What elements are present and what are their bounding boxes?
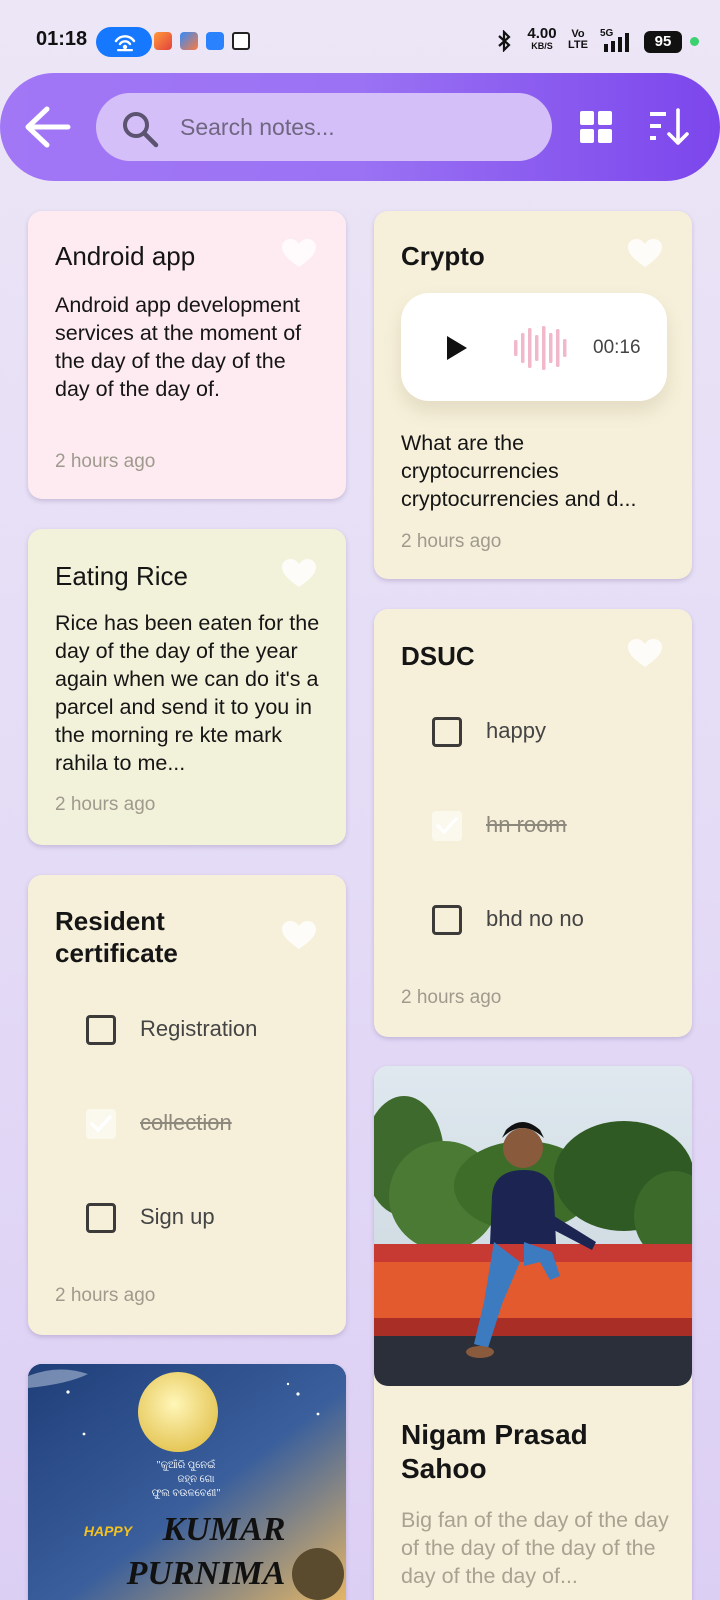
checklist-label: collection	[140, 1110, 232, 1135]
note-photo	[374, 1066, 692, 1386]
search-icon	[123, 112, 159, 148]
heart-icon[interactable]	[282, 921, 316, 951]
checkbox-checked[interactable]	[432, 811, 462, 841]
note-card[interactable]: Eating Rice Rice has been eaten for the …	[28, 529, 346, 845]
hotspot-icon	[114, 35, 136, 52]
poster-image: "କୁଆଁରି ପୁନେଇଁ ଜହ୍ନ ଗୋ ଫୁଲ ବଉଳବେଣୀ" HAPP…	[28, 1364, 346, 1600]
note-card[interactable]: Android app Android app development serv…	[28, 211, 346, 499]
note-timestamp: 2 hours ago	[55, 451, 156, 472]
bluetooth-icon	[498, 30, 511, 52]
note-title: Resident certificate	[55, 906, 178, 968]
audio-player[interactable]: 00:16	[401, 293, 667, 401]
checklist-label: hn room	[486, 812, 567, 837]
volte-bottom: LTE	[568, 39, 588, 51]
battery-level: 95	[644, 31, 682, 53]
note-title: Crypto	[401, 241, 485, 271]
note-timestamp: 2 hours ago	[55, 794, 156, 815]
checklist-label: happy	[486, 718, 546, 743]
checklist-item[interactable]: hn room	[432, 807, 672, 847]
note-body: Big fan of the day of the day of the day…	[401, 1508, 669, 1588]
checklist-label: Sign up	[140, 1204, 215, 1229]
heart-icon[interactable]	[282, 239, 316, 269]
checkbox[interactable]	[86, 1015, 116, 1045]
image-note-card[interactable]: Nigam Prasad Sahoo Big fan of the day of…	[374, 1066, 692, 1600]
status-bar: 01:18 4.00 KB/S Vo LTE 5G 95	[0, 0, 720, 70]
poster-purnima: PURNIMA	[126, 1555, 286, 1592]
checklist-item[interactable]: happy	[432, 713, 672, 753]
sort-icon	[650, 108, 689, 145]
note-title: Eating Rice	[55, 561, 188, 591]
top-toolbar	[0, 73, 720, 181]
app-notification-icon	[180, 32, 198, 50]
note-card[interactable]: Resident certificate Registration collec…	[28, 875, 346, 1335]
status-time: 01:18	[36, 28, 88, 50]
grid-view-icon	[580, 111, 612, 143]
search-bar[interactable]	[96, 93, 552, 161]
note-timestamp: 2 hours ago	[401, 531, 502, 552]
checkbox[interactable]	[432, 905, 462, 935]
poster-happy: HAPPY	[84, 1523, 134, 1539]
poster-quote-2: ଜହ୍ନ ଗୋ	[177, 1474, 214, 1486]
checkbox-checked[interactable]	[86, 1109, 116, 1139]
checklist-item[interactable]: Registration	[86, 1011, 326, 1051]
note-card[interactable]: Crypto 00:16 What are the cryptocurrenci…	[374, 211, 692, 579]
note-timestamp: 2 hours ago	[55, 1285, 156, 1306]
note-card[interactable]: DSUC happy hn room bhd no no 2 hours ago	[374, 609, 692, 1037]
image-note-card[interactable]: "କୁଆଁରି ପୁନେଇଁ ଜହ୍ନ ଗୋ ଫୁଲ ବଉଳବେଣୀ" HAPP…	[28, 1364, 346, 1600]
back-button[interactable]	[20, 100, 76, 154]
checkmark-icon	[436, 817, 458, 835]
volte-indicator: Vo LTE	[566, 29, 590, 51]
heart-icon[interactable]	[628, 239, 662, 269]
checkmark-icon	[90, 1115, 112, 1133]
gallery-notification-icon	[154, 32, 172, 50]
signal-icon	[604, 33, 629, 52]
sort-button[interactable]	[648, 107, 690, 147]
net-speed: 4.00 KB/S	[524, 26, 560, 51]
checklist-label: bhd no no	[486, 906, 584, 931]
person-photo-image	[374, 1066, 692, 1386]
checklist-label: Registration	[140, 1016, 258, 1041]
privacy-indicator-dot	[690, 37, 699, 46]
heart-icon[interactable]	[282, 559, 316, 589]
note-body: Android app development services at the …	[55, 293, 302, 401]
note-body: What are the cryptocurrencies cryptocurr…	[401, 431, 637, 511]
poster-quote-1: "କୁଆଁରି ପୁନେଇଁ	[157, 1458, 216, 1471]
checkbox[interactable]	[86, 1203, 116, 1233]
play-icon[interactable]	[445, 335, 469, 361]
note-title: Nigam Prasad Sahoo	[401, 1419, 588, 1484]
search-input[interactable]	[180, 93, 530, 161]
android-notification-icon	[206, 32, 224, 50]
checkbox[interactable]	[432, 717, 462, 747]
arrow-left-icon	[25, 106, 71, 148]
poster-kumar: KUMAR	[162, 1511, 286, 1548]
audio-duration: 00:16	[593, 337, 641, 358]
hotspot-indicator	[96, 27, 152, 57]
note-body: Rice has been eaten for the day of the d…	[55, 611, 320, 775]
note-title: DSUC	[401, 641, 475, 671]
grid-view-button[interactable]	[578, 109, 614, 145]
checklist-item[interactable]: Sign up	[86, 1199, 326, 1239]
waveform-icon	[514, 326, 567, 370]
net-speed-unit: KB/S	[531, 41, 553, 51]
checklist-item[interactable]: bhd no no	[432, 901, 672, 941]
note-title: Android app	[55, 241, 196, 271]
heart-icon[interactable]	[628, 639, 662, 669]
kumar-purnima-poster: "କୁଆଁରି ପୁନେଇଁ ଜହ୍ନ ଗୋ ଫୁଲ ବଉଳବେଣୀ" HAPP…	[28, 1364, 346, 1600]
note-timestamp: 2 hours ago	[401, 987, 502, 1008]
net-speed-value: 4.00	[527, 25, 557, 42]
poster-quote-3: ଫୁଲ ବଉଳବେଣୀ"	[152, 1488, 221, 1499]
checklist-item[interactable]: collection	[86, 1105, 326, 1145]
news-notification-icon	[232, 32, 250, 50]
